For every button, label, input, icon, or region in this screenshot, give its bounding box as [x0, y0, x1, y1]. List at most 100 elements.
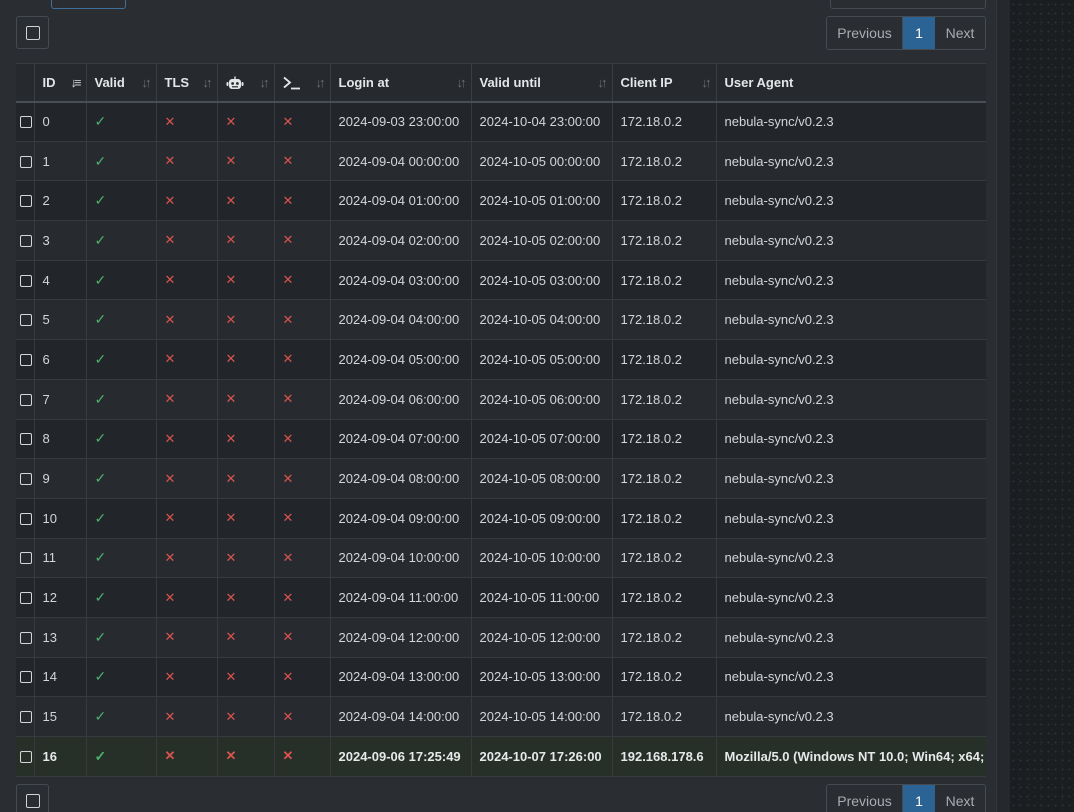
row-select-cell [16, 458, 35, 499]
cell-user-agent: nebula-sync/v0.2.3 [716, 101, 986, 142]
header-valid-until[interactable]: Valid until ↓↑ [471, 63, 613, 103]
row-checkbox[interactable] [20, 433, 32, 446]
sort-icon[interactable]: ↓↑ [598, 75, 608, 90]
sort-icon[interactable]: ↓↑ [142, 75, 152, 90]
row-checkbox[interactable] [20, 552, 32, 565]
sort-ascending-icon[interactable]: ↓≡ [70, 75, 81, 90]
table-row[interactable]: 15 ✓ ✕ ✕ ✕ 2024-09-04 14:00:00 2024-10-05 14:0… [16, 696, 986, 737]
select-all-checkbox[interactable] [25, 25, 40, 40]
select-all-button[interactable] [16, 16, 49, 49]
cell-valid-until: 2024-10-05 02:00:00 [471, 220, 613, 261]
sort-icon[interactable]: ↓↑ [316, 75, 326, 90]
header-tls[interactable]: TLS ↓↑ [156, 63, 218, 103]
row-select-cell [16, 220, 35, 261]
table-row[interactable]: 13 ✓ ✕ ✕ ✕ 2024-09-04 12:00:00 2024-10-05 12:0… [16, 617, 986, 658]
cell-valid: ✓ [86, 498, 157, 539]
header-valid[interactable]: Valid ↓↑ [86, 63, 157, 103]
previous-page-button[interactable]: Previous [827, 785, 903, 812]
cell-valid: ✓ [86, 696, 157, 737]
table-row[interactable]: 0 ✓ ✕ ✕ ✕ 2024-09-03 23:00:00 2024-10-04 23:00… [16, 101, 986, 142]
row-select-cell [16, 498, 35, 539]
header-id[interactable]: ID ↓≡ [34, 63, 87, 103]
table-row[interactable]: 2 ✓ ✕ ✕ ✕ 2024-09-04 01:00:00 2024-10-05 01:00… [16, 180, 986, 222]
sessions-table: ID ↓≡ Valid ↓↑ TLS ↓↑ ↓↑ ↓↑ Login at ↓↑ … [16, 63, 986, 777]
cross-icon: ✕ [164, 589, 176, 605]
page-1-button[interactable]: 1 [903, 17, 935, 49]
table-row[interactable]: 16 ✓ ✕ ✕ ✕ 2024-09-06 17:25:49 2024-10-07 17:2… [16, 736, 986, 777]
cross-icon: ✕ [164, 668, 176, 684]
cell-client-ip: 172.18.0.2 [612, 696, 717, 737]
table-row[interactable]: 11 ✓ ✕ ✕ ✕ 2024-09-04 10:00:00 2024-10-05 10:0… [16, 538, 986, 579]
table-row[interactable]: 4 ✓ ✕ ✕ ✕ 2024-09-04 03:00:00 2024-10-05 03:00… [16, 260, 986, 301]
row-checkbox[interactable] [20, 750, 32, 763]
select-all-button-bottom[interactable] [16, 784, 49, 812]
row-select-cell [16, 419, 35, 460]
row-checkbox[interactable] [20, 473, 32, 486]
cell-tls: ✕ [156, 498, 218, 539]
row-checkbox[interactable] [20, 116, 32, 129]
header-valid-until-label: Valid until [479, 74, 541, 90]
row-checkbox[interactable] [20, 592, 32, 605]
cell-tls: ✕ [156, 141, 218, 182]
row-checkbox[interactable] [20, 195, 32, 208]
select-all-checkbox[interactable] [25, 793, 40, 808]
cell-bot: ✕ [217, 657, 275, 698]
row-select-cell [16, 260, 35, 301]
table-row[interactable]: 10 ✓ ✕ ✕ ✕ 2024-09-04 09:00:00 2024-10-05 09:0… [16, 498, 986, 539]
cell-bot: ✕ [217, 617, 275, 658]
table-row[interactable]: 9 ✓ ✕ ✕ ✕ 2024-09-04 08:00:00 2024-10-05 08:00… [16, 458, 986, 499]
cell-login-at: 2024-09-04 06:00:00 [330, 379, 472, 420]
cross-icon: ✕ [282, 192, 294, 208]
cell-login-at: 2024-09-04 05:00:00 [330, 339, 472, 380]
cell-user-agent: nebula-sync/v0.2.3 [716, 538, 986, 579]
table-header-row: ID ↓≡ Valid ↓↑ TLS ↓↑ ↓↑ ↓↑ Login at ↓↑ … [16, 63, 986, 103]
header-client-ip[interactable]: Client IP ↓↑ [612, 63, 717, 103]
cell-bot: ✕ [217, 736, 275, 777]
row-checkbox[interactable] [20, 274, 32, 287]
header-bot[interactable]: ↓↑ [217, 63, 275, 103]
row-checkbox[interactable] [20, 711, 32, 724]
table-row[interactable]: 7 ✓ ✕ ✕ ✕ 2024-09-04 06:00:00 2024-10-05 06:00… [16, 379, 986, 420]
cell-valid-until: 2024-10-05 06:00:00 [471, 379, 613, 420]
cell-user-agent: nebula-sync/v0.2.3 [716, 141, 986, 182]
cross-icon: ✕ [282, 351, 294, 367]
cell-bot: ✕ [217, 101, 275, 142]
table-row[interactable]: 8 ✓ ✕ ✕ ✕ 2024-09-04 07:00:00 2024-10-05 07:00… [16, 419, 986, 460]
row-checkbox[interactable] [20, 353, 32, 366]
sort-icon[interactable]: ↓↑ [702, 75, 712, 90]
row-checkbox[interactable] [20, 671, 32, 684]
header-login-at[interactable]: Login at ↓↑ [330, 63, 472, 103]
next-page-button[interactable]: Next [935, 785, 985, 812]
header-cli[interactable]: ↓↑ [274, 63, 331, 103]
cell-cli: ✕ [274, 339, 331, 380]
cell-cli: ✕ [274, 141, 331, 182]
cell-bot: ✕ [217, 419, 275, 460]
row-checkbox[interactable] [20, 314, 32, 327]
next-page-button[interactable]: Next [935, 17, 985, 49]
row-checkbox[interactable] [20, 631, 32, 644]
row-select-cell [16, 379, 35, 420]
row-checkbox[interactable] [20, 155, 32, 168]
row-checkbox[interactable] [20, 234, 32, 247]
cell-valid-until: 2024-10-05 10:00:00 [471, 538, 613, 579]
cell-valid-until: 2024-10-05 14:00:00 [471, 696, 613, 737]
table-row[interactable]: 5 ✓ ✕ ✕ ✕ 2024-09-04 04:00:00 2024-10-05 04:00… [16, 299, 986, 341]
table-row[interactable]: 14 ✓ ✕ ✕ ✕ 2024-09-04 13:00:00 2024-10-05 13:0… [16, 657, 986, 698]
row-select-cell [16, 339, 35, 380]
previous-page-button[interactable]: Previous [827, 17, 903, 49]
check-icon: ✓ [94, 430, 107, 447]
table-row[interactable]: 3 ✓ ✕ ✕ ✕ 2024-09-04 02:00:00 2024-10-05 02:00… [16, 220, 986, 261]
page-background [1010, 0, 1074, 812]
page-1-button[interactable]: 1 [903, 785, 935, 812]
cell-cli: ✕ [274, 220, 331, 261]
table-row[interactable]: 12 ✓ ✕ ✕ ✕ 2024-09-04 11:00:00 2024-10-05 11:0… [16, 577, 986, 618]
row-checkbox[interactable] [20, 512, 32, 525]
header-user-agent[interactable]: User Agent [716, 63, 986, 103]
sort-icon[interactable]: ↓↑ [260, 75, 270, 90]
table-row[interactable]: 6 ✓ ✕ ✕ ✕ 2024-09-04 05:00:00 2024-10-05 05:00… [16, 339, 986, 380]
table-row[interactable]: 1 ✓ ✕ ✕ ✕ 2024-09-04 00:00:00 2024-10-05 00:00… [16, 141, 986, 182]
sort-icon[interactable]: ↓↑ [457, 75, 467, 90]
row-select-cell [16, 180, 35, 222]
row-checkbox[interactable] [20, 393, 32, 406]
sort-icon[interactable]: ↓↑ [203, 75, 213, 90]
